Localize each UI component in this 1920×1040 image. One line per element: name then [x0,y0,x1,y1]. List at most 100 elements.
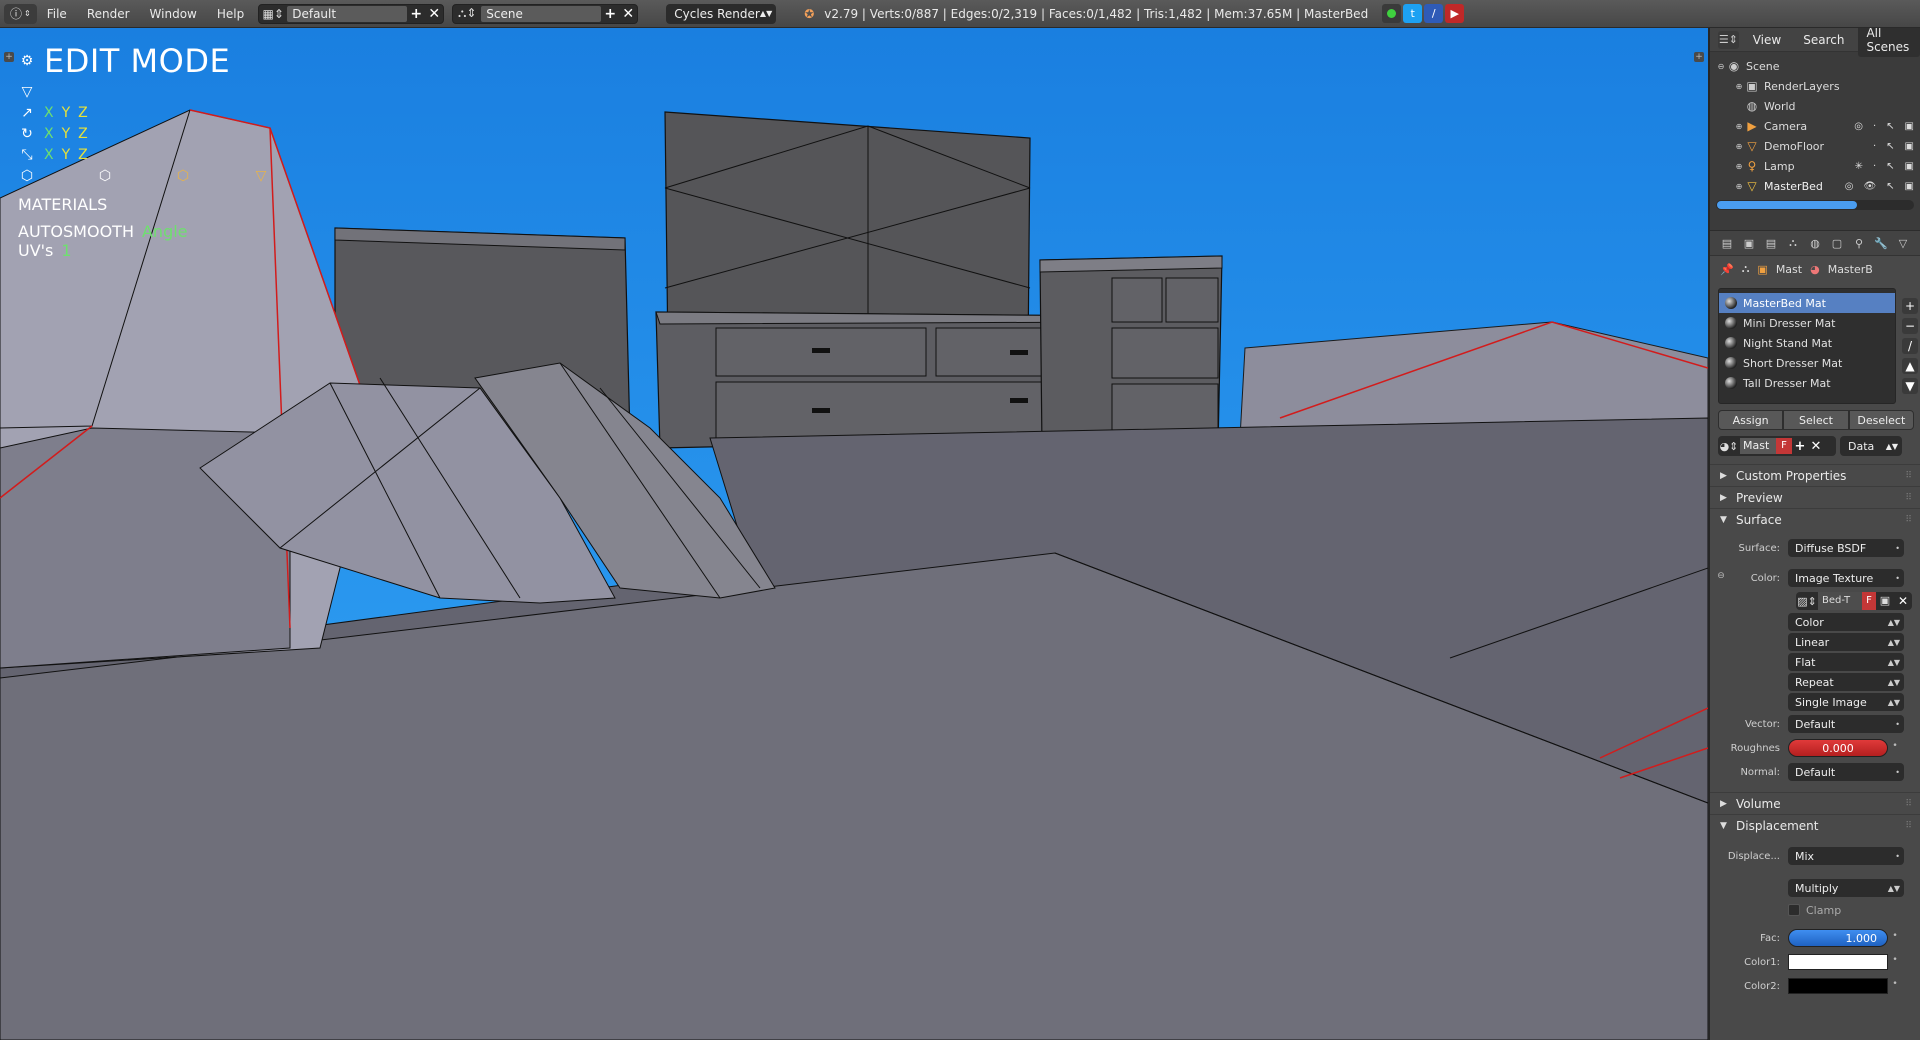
list-item[interactable]: Night Stand Mat [1719,333,1895,353]
list-item[interactable]: Tall Dresser Mat [1719,373,1895,393]
outliner-item-world[interactable]: ◍ World [1710,96,1920,116]
expand-icon[interactable]: ⊕ [1734,142,1744,151]
visibility-eye-icon[interactable]: 👁 [1863,181,1876,192]
youtube-icon[interactable]: ▶ [1445,4,1465,23]
pin-icon[interactable]: 📌 [1720,263,1734,276]
camera-data-icon[interactable]: ◎ [1854,121,1863,132]
status-dot-icon[interactable] [1382,4,1402,23]
drag-grip-icon[interactable]: ⠿ [1905,493,1912,503]
image-fake-user-button[interactable]: F [1862,592,1876,610]
panel-surface[interactable]: ▼ Surface ⠿ [1710,508,1920,530]
deselect-button[interactable]: Deselect [1848,410,1914,430]
drag-grip-icon[interactable]: ⠿ [1905,515,1912,525]
drag-grip-icon[interactable]: ⠿ [1905,471,1912,481]
screen-layout-selector[interactable]: ▦⇕ Default + ✕ [258,3,445,24]
socket-dot-icon[interactable]: • [1888,741,1902,755]
panel-displacement[interactable]: ▼ Displacement ⠿ [1710,814,1920,836]
material-datablock-name[interactable]: Mast [1740,438,1776,454]
editor-type-button[interactable]: ⓘ ⇕ [4,3,37,24]
color1-swatch[interactable] [1788,954,1888,970]
panel-preview[interactable]: ▶ Preview ⠿ [1710,486,1920,508]
3d-viewport[interactable]: + + ⚙ EDIT MODE ▽ ↗ X Y Z ↻ X Y Z ⤡ X Y … [0,28,1708,1040]
image-browse-icon[interactable]: ▨⇕ [1796,592,1818,610]
unlink-image-button[interactable]: ✕ [1894,592,1912,610]
menu-file[interactable]: File [37,7,77,21]
drag-grip-icon[interactable]: ⠿ [1905,821,1912,831]
render-tab-icon[interactable]: ▣ [1740,234,1758,252]
displacement-dropdown[interactable]: Mix • [1788,847,1904,865]
render-icon[interactable]: ▣ [1905,121,1914,132]
interpolation-dropdown[interactable]: Linear ▲▼ [1788,633,1904,651]
slot-specials-button[interactable]: / [1902,338,1918,354]
visibility-eye-icon[interactable]: · [1873,121,1876,132]
assign-button[interactable]: Assign [1718,410,1784,430]
constraints-tab-icon[interactable]: ⚲ [1850,234,1868,252]
image-name[interactable]: Bed-T [1818,592,1862,610]
render-icon[interactable]: ▣ [1905,181,1914,192]
material-sphere-icon[interactable]: ◎ [1845,181,1854,192]
color2-swatch[interactable] [1788,978,1888,994]
expand-icon[interactable]: ⊕ [1734,162,1744,171]
socket-toggle-icon[interactable]: ⊖ [1714,571,1728,585]
fake-user-button[interactable]: F [1776,438,1792,454]
image-source-dropdown[interactable]: Single Image ▲▼ [1788,693,1904,711]
expand-icon[interactable]: ⊕ [1734,182,1744,191]
render-engine-dropdown[interactable]: Cycles Render ▲▼ [666,3,777,24]
screen-layout-value[interactable]: Default [287,5,408,22]
lamp-data-icon[interactable]: ✳ [1855,161,1863,172]
socket-dot-icon[interactable]: • [1888,931,1902,945]
normal-dropdown[interactable]: Default • [1788,763,1904,781]
move-up-button[interactable]: ▲ [1902,358,1918,374]
surface-shader-dropdown[interactable]: Diffuse BSDF • [1788,539,1904,557]
data-tab-icon[interactable]: ▽ [1894,234,1912,252]
socket-dot-icon[interactable]: • [1888,955,1902,969]
material-datablock-field[interactable]: ◕⇕ Mast F + ✕ [1718,436,1836,456]
fac-slider[interactable]: 1.000 [1788,929,1888,947]
outliner-view-menu[interactable]: View [1745,30,1789,50]
renderlayers-tab-icon[interactable]: ▤ [1762,234,1780,252]
select-cursor-icon[interactable]: ↖ [1886,161,1894,172]
outliner-item-lamp[interactable]: ⊕ ♀ Lamp ✳ · ↖ ▣ [1710,156,1920,176]
delete-scene-button[interactable]: ✕ [619,5,637,23]
remove-slot-button[interactable]: − [1902,318,1918,334]
modifiers-tab-icon[interactable]: 🔧 [1872,234,1890,252]
collapse-icon[interactable]: ⊖ [1716,62,1726,71]
scene-value[interactable]: Scene [481,5,602,22]
socket-dot-icon[interactable]: • [1888,979,1902,993]
viewport-corner-left-icon[interactable]: + [4,52,14,62]
unlink-material-button[interactable]: ✕ [1808,439,1824,454]
outliner-editor-icon[interactable]: ☰⇕ [1718,30,1739,49]
expand-icon[interactable]: ⊕ [1734,82,1744,91]
blend-mode-dropdown[interactable]: Multiply ▲▼ [1788,879,1904,897]
outliner-item-masterbed[interactable]: ⊕ ▽ MasterBed ◎ 👁 ↖ ▣ [1710,176,1920,196]
drag-grip-icon[interactable]: ⠿ [1905,799,1912,809]
select-cursor-icon[interactable]: ↖ [1886,121,1894,132]
open-image-icon[interactable]: ▣ [1876,592,1894,610]
outliner-search-menu[interactable]: Search [1795,30,1852,50]
clamp-checkbox[interactable] [1788,904,1800,916]
render-icon[interactable]: ▣ [1905,141,1914,152]
move-down-button[interactable]: ▼ [1902,378,1918,394]
outliner-item-demofloor[interactable]: ⊕ ▽ DemoFloor · ↖ ▣ [1710,136,1920,156]
object-tab-icon[interactable]: ▢ [1828,234,1846,252]
outliner-scrollbar[interactable] [1716,200,1914,210]
list-item[interactable]: MasterBed Mat [1719,293,1895,313]
select-cursor-icon[interactable]: ↖ [1886,141,1894,152]
pencil-icon[interactable]: / [1424,4,1444,23]
add-slot-button[interactable]: + [1902,298,1918,314]
twitter-icon[interactable]: t [1403,4,1423,23]
vector-dropdown[interactable]: Default • [1788,715,1904,733]
add-material-button[interactable]: + [1792,439,1808,454]
color-space-dropdown[interactable]: Color ▲▼ [1788,613,1904,631]
menu-render[interactable]: Render [77,7,140,21]
panel-volume[interactable]: ▶ Volume ⠿ [1710,792,1920,814]
material-browse-icon[interactable]: ◕⇕ [1718,440,1740,453]
list-item[interactable]: Mini Dresser Mat [1719,313,1895,333]
outliner-item-camera[interactable]: ⊕ ▶ Camera ◎ · ↖ ▣ [1710,116,1920,136]
world-tab-icon[interactable]: ◍ [1806,234,1824,252]
outliner-scrollbar-thumb[interactable] [1717,201,1857,209]
properties-editor-icon[interactable]: ▤ [1718,234,1736,252]
panel-custom-properties[interactable]: ▶ Custom Properties ⠿ [1710,464,1920,486]
select-button[interactable]: Select [1783,410,1849,430]
add-layout-button[interactable]: + [407,5,425,23]
